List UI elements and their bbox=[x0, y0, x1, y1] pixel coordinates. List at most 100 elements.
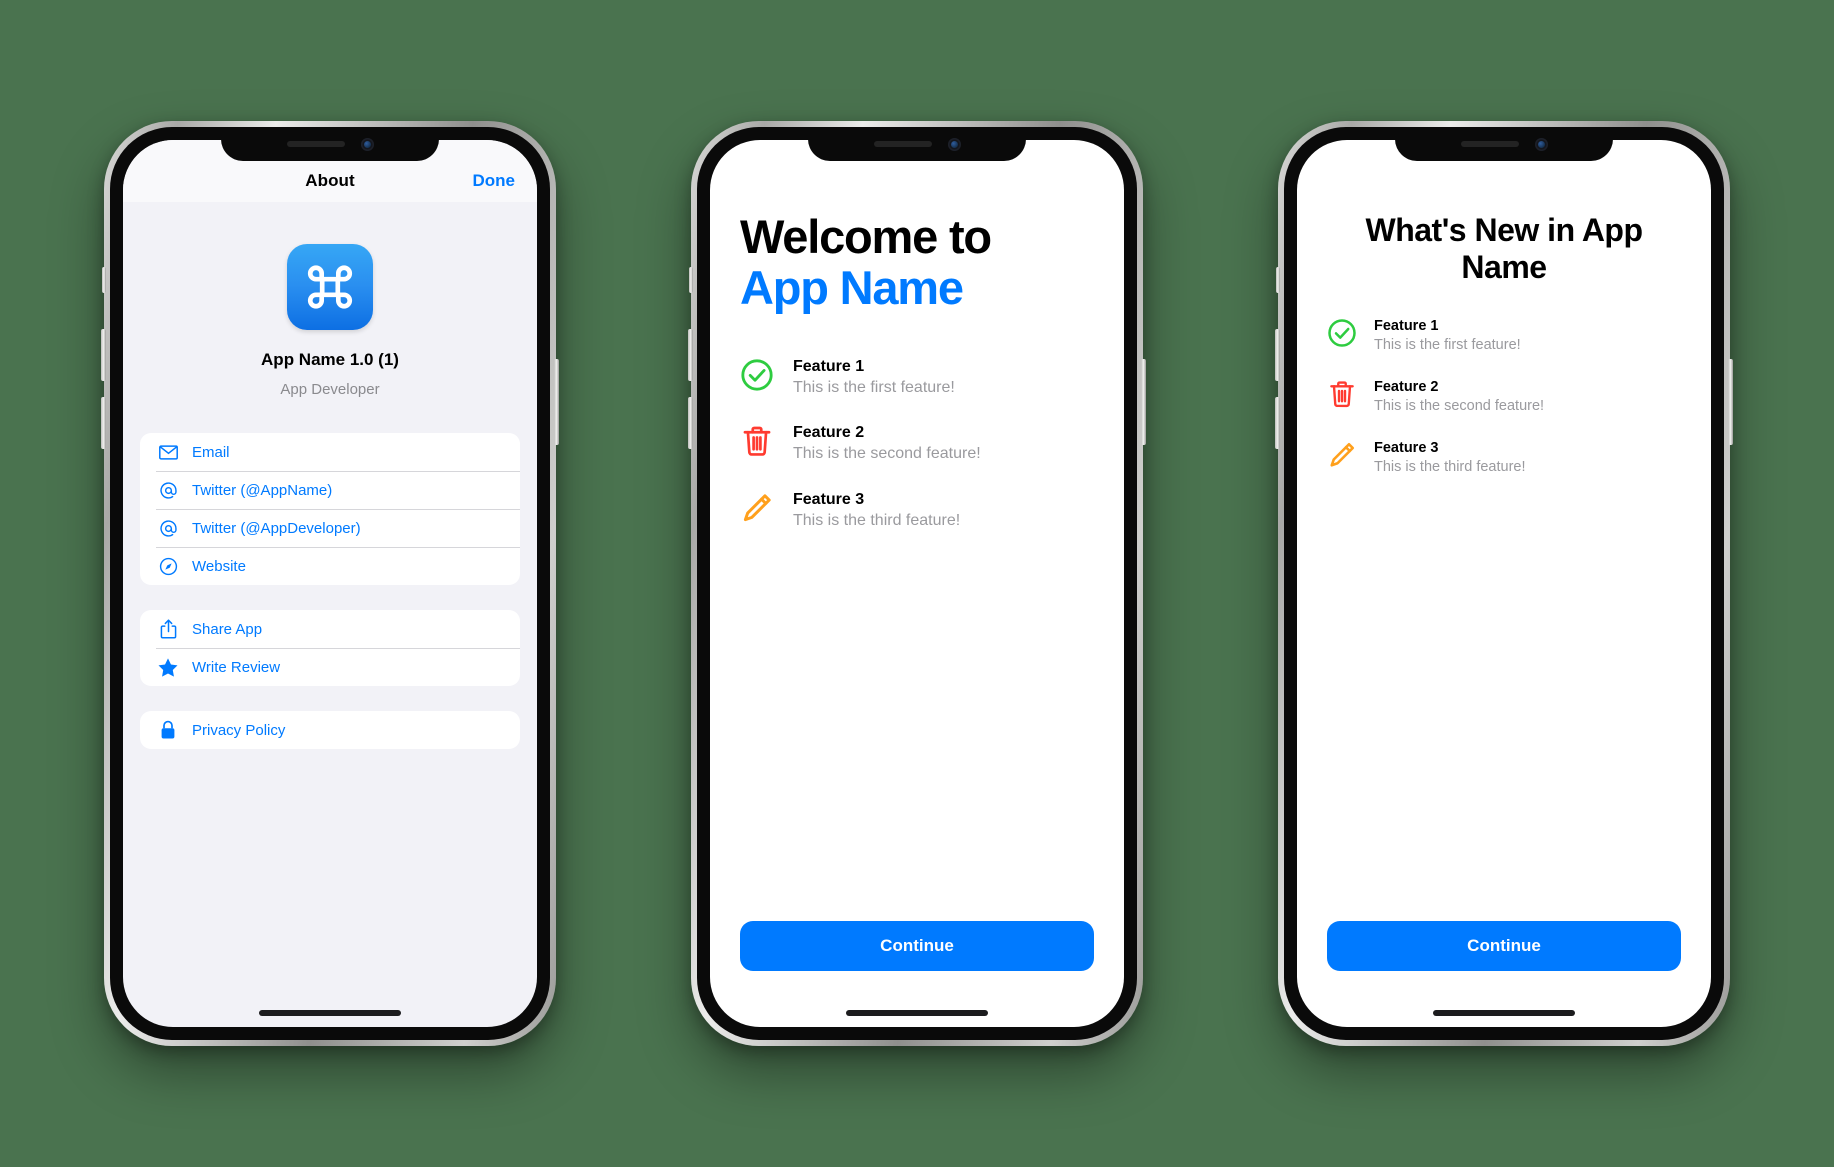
row-privacy-policy[interactable]: Privacy Policy bbox=[140, 711, 520, 749]
home-indicator[interactable] bbox=[1433, 1010, 1575, 1016]
about-screen: About Done App Name 1.0 (1) App Develope… bbox=[123, 140, 537, 1027]
feature-item: Feature 3 This is the third feature! bbox=[740, 489, 1094, 532]
envelope-icon bbox=[156, 444, 180, 460]
feature-text: Feature 2 This is the second feature! bbox=[1374, 377, 1544, 416]
row-twitter-appname[interactable]: Twitter (@AppName) bbox=[140, 471, 520, 509]
front-camera-icon bbox=[947, 137, 961, 151]
feature-title: Feature 2 bbox=[793, 424, 865, 442]
row-label: Share App bbox=[192, 620, 263, 638]
silent-switch[interactable] bbox=[102, 267, 106, 293]
feature-description: This is the first feature! bbox=[1374, 336, 1521, 353]
feature-text: Feature 3 This is the third feature! bbox=[1374, 438, 1526, 477]
volume-down-button[interactable] bbox=[101, 397, 106, 449]
at-sign-icon bbox=[156, 519, 180, 538]
speaker-grille bbox=[1460, 141, 1519, 147]
share-icon bbox=[156, 619, 180, 639]
phone-device-welcome: Welcome to App Name Feature 1 This is th… bbox=[688, 121, 1146, 1046]
feature-text: Feature 2 This is the second feature! bbox=[793, 422, 981, 465]
actions-group: Share App Write Review bbox=[140, 610, 520, 686]
feature-text: Feature 1 This is the first feature! bbox=[1374, 316, 1521, 355]
notch bbox=[221, 127, 439, 161]
volume-up-button[interactable] bbox=[688, 329, 693, 381]
volume-up-button[interactable] bbox=[1275, 329, 1280, 381]
row-email[interactable]: Email bbox=[140, 433, 520, 471]
continue-button[interactable]: Continue bbox=[740, 921, 1094, 971]
privacy-group: Privacy Policy bbox=[140, 711, 520, 749]
welcome-heading: Welcome to App Name bbox=[740, 210, 1094, 314]
feature-title: Feature 2 bbox=[1374, 378, 1439, 395]
phone-bezel: About Done App Name 1.0 (1) App Develope… bbox=[110, 127, 550, 1040]
done-button[interactable]: Done bbox=[473, 171, 516, 191]
feature-list: Feature 1 This is the first feature! Fea… bbox=[740, 356, 1094, 556]
pencil-icon bbox=[740, 491, 774, 525]
home-indicator[interactable] bbox=[259, 1010, 401, 1016]
phone-bezel: Welcome to App Name Feature 1 This is th… bbox=[697, 127, 1137, 1040]
welcome-heading-appname: App Name bbox=[740, 260, 964, 314]
feature-title: Feature 3 bbox=[793, 491, 865, 509]
trash-icon bbox=[1327, 379, 1357, 409]
notch bbox=[1395, 127, 1613, 161]
feature-item: Feature 1 This is the first feature! bbox=[740, 356, 1094, 399]
silent-switch[interactable] bbox=[1276, 267, 1280, 293]
feature-text: Feature 1 This is the first feature! bbox=[793, 356, 955, 399]
speaker-grille bbox=[286, 141, 345, 147]
feature-item: Feature 2 This is the second feature! bbox=[1327, 377, 1681, 416]
power-button[interactable] bbox=[554, 359, 559, 445]
lock-icon bbox=[156, 720, 180, 740]
front-camera-icon bbox=[360, 137, 374, 151]
row-website[interactable]: Website bbox=[140, 547, 520, 585]
home-indicator[interactable] bbox=[846, 1010, 988, 1016]
feature-item: Feature 3 This is the third feature! bbox=[1327, 438, 1681, 477]
row-label: Website bbox=[192, 557, 246, 575]
whats-new-heading: What's New in App Name bbox=[1365, 212, 1643, 285]
star-icon bbox=[156, 657, 180, 677]
welcome-heading-line1: Welcome to bbox=[740, 210, 992, 263]
feature-text: Feature 3 This is the third feature! bbox=[793, 489, 960, 532]
feature-title: Feature 1 bbox=[793, 357, 865, 375]
feature-title: Feature 1 bbox=[1374, 317, 1439, 334]
front-camera-icon bbox=[1534, 137, 1548, 151]
phone-mockup-stage: About Done App Name 1.0 (1) App Develope… bbox=[0, 0, 1834, 1167]
trash-icon bbox=[740, 424, 774, 458]
feature-description: This is the second feature! bbox=[793, 445, 981, 463]
at-sign-icon bbox=[156, 481, 180, 500]
row-label: Twitter (@AppDeveloper) bbox=[192, 519, 361, 537]
whats-new-content: What's New in App Name Feature 1 This is… bbox=[1327, 140, 1681, 1027]
phone-bezel: What's New in App Name Feature 1 This is… bbox=[1284, 127, 1724, 1040]
power-button[interactable] bbox=[1141, 359, 1146, 445]
feature-list: Feature 1 This is the first feature! Fea… bbox=[1327, 316, 1681, 499]
volume-up-button[interactable] bbox=[101, 329, 106, 381]
app-version-label: App Name 1.0 (1) bbox=[261, 350, 399, 369]
volume-down-button[interactable] bbox=[688, 397, 693, 449]
phone-device-whats-new: What's New in App Name Feature 1 This is… bbox=[1275, 121, 1733, 1046]
feature-description: This is the third feature! bbox=[793, 512, 961, 530]
continue-button[interactable]: Continue bbox=[1327, 921, 1681, 971]
compass-icon bbox=[156, 557, 180, 576]
welcome-screen: Welcome to App Name Feature 1 This is th… bbox=[710, 140, 1124, 1027]
feature-title: Feature 3 bbox=[1374, 439, 1439, 456]
silent-switch[interactable] bbox=[689, 267, 693, 293]
feature-description: This is the third feature! bbox=[1374, 458, 1526, 475]
notch bbox=[808, 127, 1026, 161]
row-share-app[interactable]: Share App bbox=[140, 610, 520, 648]
feature-description: This is the first feature! bbox=[793, 378, 955, 396]
row-write-review[interactable]: Write Review bbox=[140, 648, 520, 686]
about-content: App Name 1.0 (1) App Developer Email Twi… bbox=[123, 202, 537, 1027]
feature-item: Feature 2 This is the second feature! bbox=[740, 422, 1094, 465]
row-label: Email bbox=[192, 443, 230, 461]
app-icon-container bbox=[140, 244, 520, 330]
checkmark-circle-icon bbox=[1327, 318, 1357, 348]
contact-links-group: Email Twitter (@AppName) Twitter (@AppDe… bbox=[140, 433, 520, 585]
feature-item: Feature 1 This is the first feature! bbox=[1327, 316, 1681, 355]
whats-new-screen: What's New in App Name Feature 1 This is… bbox=[1297, 140, 1711, 1027]
power-button[interactable] bbox=[1728, 359, 1733, 445]
volume-down-button[interactable] bbox=[1275, 397, 1280, 449]
feature-description: This is the second feature! bbox=[1374, 397, 1545, 414]
row-twitter-appdeveloper[interactable]: Twitter (@AppDeveloper) bbox=[140, 509, 520, 547]
checkmark-circle-icon bbox=[740, 358, 774, 392]
app-developer-label: App Developer bbox=[280, 381, 380, 398]
row-label: Privacy Policy bbox=[192, 721, 286, 739]
row-label: Twitter (@AppName) bbox=[192, 481, 333, 499]
